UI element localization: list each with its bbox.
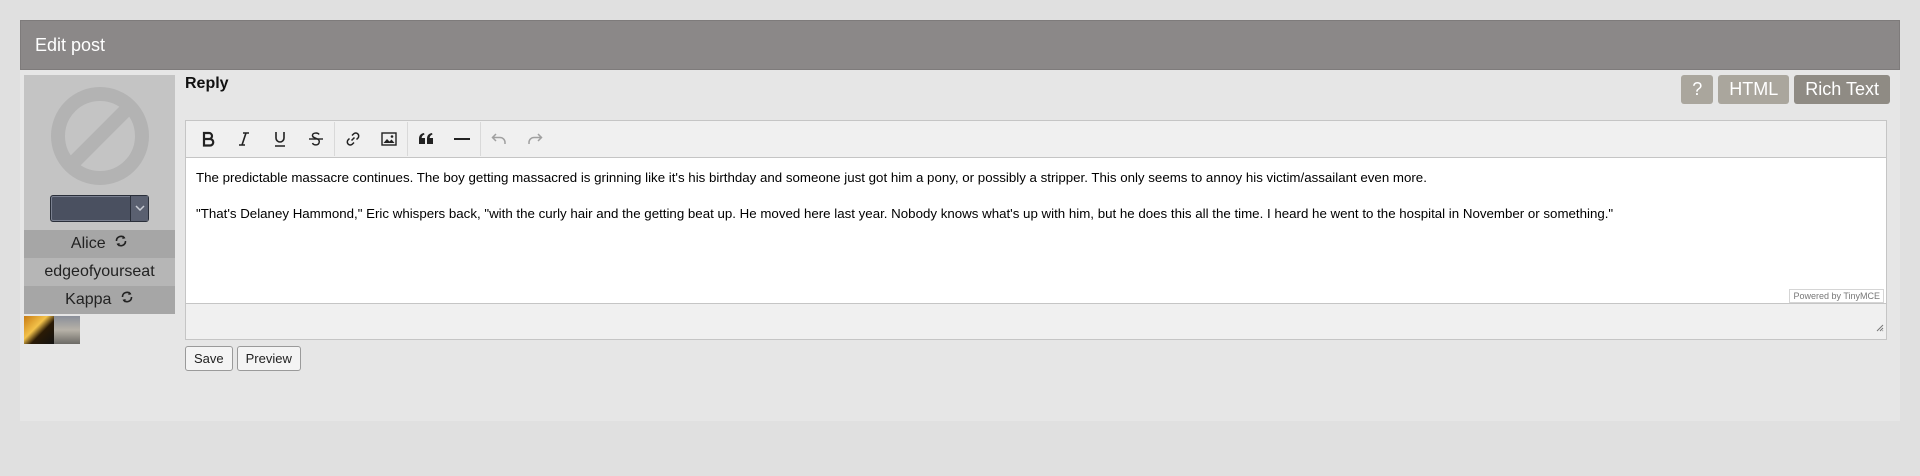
editor-toolbar <box>186 121 1886 158</box>
user-name-row: edgeofyourseat <box>24 258 175 286</box>
sync-icon[interactable] <box>120 286 134 314</box>
save-button[interactable]: Save <box>185 346 233 371</box>
preview-button[interactable]: Preview <box>236 346 301 371</box>
character-select[interactable] <box>50 195 149 222</box>
character-name: Alice <box>70 235 106 253</box>
blockquote-icon[interactable] <box>408 122 444 156</box>
no-avatar-icon <box>51 87 149 185</box>
panel-header: Edit post <box>20 20 1900 70</box>
character-name-row[interactable]: Alice <box>24 230 175 258</box>
editor-content[interactable]: The predictable massacre continues. The … <box>186 158 1886 303</box>
strikethrough-icon[interactable] <box>298 122 334 156</box>
powered-by-label[interactable]: Powered by TinyMCE <box>1789 289 1884 303</box>
rich-text-editor: The predictable massacre continues. The … <box>185 120 1887 340</box>
avatar <box>24 75 175 230</box>
edit-post-panel: Edit post Alice edgeofyourseat Kappa Rep… <box>20 20 1900 421</box>
thumbnail-image[interactable] <box>24 316 54 344</box>
underline-icon[interactable] <box>262 122 298 156</box>
thumbnail-image[interactable] <box>54 316 80 344</box>
sync-icon[interactable] <box>114 230 128 258</box>
editor-mode-buttons: ? HTML Rich Text <box>1681 75 1890 104</box>
rich-text-mode-button[interactable]: Rich Text <box>1794 75 1890 104</box>
horizontal-rule-icon[interactable] <box>444 122 480 156</box>
redo-icon[interactable] <box>517 122 553 156</box>
reply-title: Reply <box>185 75 229 92</box>
image-icon[interactable] <box>371 122 407 156</box>
undo-icon[interactable] <box>481 122 517 156</box>
user-name: edgeofyourseat <box>44 263 155 280</box>
character-sidebar: Alice edgeofyourseat Kappa <box>24 75 175 344</box>
link-icon[interactable] <box>335 122 371 156</box>
paragraph: The predictable massacre continues. The … <box>196 170 1427 185</box>
html-mode-button[interactable]: HTML <box>1718 75 1790 104</box>
page-title: Edit post <box>35 35 106 55</box>
group-name-row[interactable]: Kappa <box>24 286 175 314</box>
help-button[interactable]: ? <box>1681 75 1714 104</box>
post-actions: Save Preview <box>185 346 301 371</box>
icon-thumbnails <box>24 314 175 344</box>
editor-statusbar <box>186 303 1886 339</box>
chevron-down-icon <box>130 196 148 221</box>
italic-icon[interactable] <box>226 122 262 156</box>
group-name: Kappa <box>65 291 112 309</box>
resize-handle-icon[interactable] <box>1876 319 1884 337</box>
bold-icon[interactable] <box>190 122 226 156</box>
paragraph: "That's Delaney Hammond," Eric whispers … <box>196 206 1614 221</box>
